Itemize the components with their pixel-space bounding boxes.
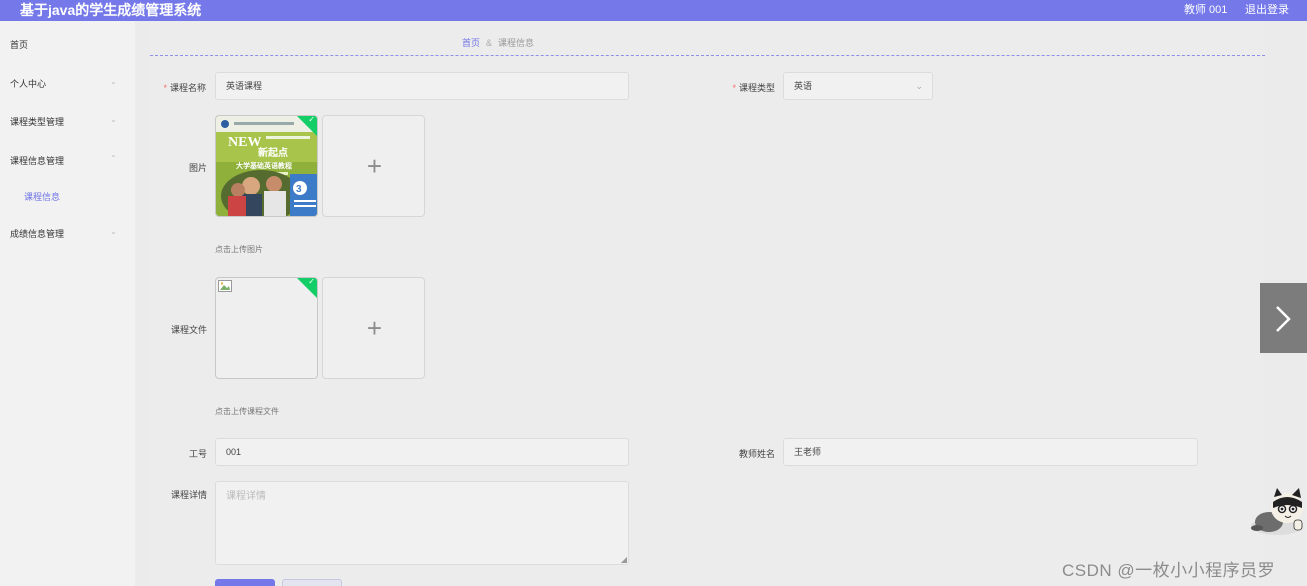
sidebar-item-grade-info-management[interactable]: 成绩信息管理 ⌄ bbox=[0, 218, 135, 248]
sidebar-item-label: 首页 bbox=[10, 40, 29, 50]
plus-icon: + bbox=[366, 151, 383, 181]
cancel-button[interactable] bbox=[282, 579, 342, 586]
broken-image-icon bbox=[218, 280, 232, 292]
job-number-input[interactable]: 001 bbox=[215, 438, 629, 466]
sidebar: 首页 个人中心 ⌄ 课程类型管理 ⌄ 课程信息管理 ⌃ 课程信息 成绩信息管理 … bbox=[0, 21, 135, 586]
course-details-placeholder: 课程详情 bbox=[226, 491, 266, 502]
sidebar-item-course-info-management[interactable]: 课程信息管理 ⌃ bbox=[0, 145, 135, 175]
plus-icon: + bbox=[366, 313, 383, 343]
course-file-upload-hint: 点击上传课程文件 bbox=[215, 407, 279, 416]
sidebar-item-home[interactable]: 首页 bbox=[0, 29, 135, 59]
cat-mascot-icon bbox=[1251, 488, 1303, 535]
cover-brand: NEW bbox=[228, 135, 261, 150]
chevron-down-icon: ⌄ bbox=[110, 227, 117, 236]
course-type-label: * 课程类型 bbox=[732, 83, 775, 93]
watermark: CSDN @一枚小小程序员罗 bbox=[1062, 561, 1276, 580]
chevron-down-icon: ⌄ bbox=[110, 115, 117, 124]
breadcrumb-current: 课程信息 bbox=[498, 38, 535, 48]
check-icon: ✓ bbox=[308, 115, 315, 124]
course-details-textarea[interactable]: 课程详情 ◢ bbox=[215, 481, 629, 565]
breadcrumb: 首页 & 课程信息 bbox=[462, 36, 534, 49]
chevron-up-icon: ⌃ bbox=[110, 154, 117, 163]
course-details-label: 课程详情 bbox=[170, 490, 207, 500]
resize-handle-icon[interactable]: ◢ bbox=[621, 555, 627, 564]
uploaded-image-thumbnail[interactable]: NEW 新起点 大学基础英语教程 3 ✓ bbox=[215, 115, 318, 217]
sidebar-item-label: 课程类型管理 bbox=[10, 117, 65, 127]
app-title: 基于java的学生成绩管理系统 bbox=[20, 2, 202, 18]
teacher-name-input[interactable]: 王老师 bbox=[783, 438, 1198, 466]
breadcrumb-separator: & bbox=[486, 38, 493, 48]
next-page-button[interactable] bbox=[1260, 283, 1307, 353]
chevron-down-icon: ⌄ bbox=[915, 81, 923, 91]
sidebar-item-personal-center[interactable]: 个人中心 ⌄ bbox=[0, 68, 135, 98]
teacher-name-label: 教师姓名 bbox=[738, 449, 775, 459]
job-number-label: 工号 bbox=[188, 449, 207, 459]
logout-link[interactable]: 退出登录 bbox=[1245, 3, 1289, 17]
uploaded-file-thumbnail[interactable]: ✓ bbox=[215, 277, 318, 379]
main-content: 首页 & 课程信息 * 课程名称 英语课程 * 课程类型 英语 ⌄ 图片 NEW 新起点… bbox=[150, 21, 1265, 586]
breadcrumb-home[interactable]: 首页 bbox=[462, 38, 480, 48]
sidebar-item-course-type-management[interactable]: 课程类型管理 ⌄ bbox=[0, 106, 135, 136]
image-upload-hint: 点击上传图片 bbox=[215, 245, 263, 254]
image-upload-button[interactable]: + bbox=[322, 115, 425, 217]
course-type-select[interactable]: 英语 ⌄ bbox=[783, 72, 933, 100]
course-name-input[interactable]: 英语课程 bbox=[215, 72, 629, 100]
cover-number: 3 bbox=[296, 184, 302, 195]
sidebar-item-course-info[interactable]: 课程信息 bbox=[0, 181, 135, 211]
submit-button[interactable] bbox=[215, 579, 275, 586]
course-file-upload-button[interactable]: + bbox=[322, 277, 425, 379]
chevron-down-icon: ⌄ bbox=[110, 77, 117, 86]
top-bar: 基于java的学生成绩管理系统 教师 001 退出登录 bbox=[0, 0, 1307, 21]
sidebar-item-label: 课程信息管理 bbox=[10, 156, 65, 166]
sidebar-item-label: 成绩信息管理 bbox=[10, 229, 65, 239]
cover-title: 新起点 bbox=[258, 146, 288, 159]
divider bbox=[150, 55, 1265, 56]
course-file-label: 课程文件 bbox=[170, 325, 207, 335]
check-icon: ✓ bbox=[308, 277, 315, 286]
course-name-label: * 课程名称 bbox=[163, 83, 206, 93]
sidebar-item-label: 个人中心 bbox=[10, 79, 47, 89]
chevron-right-icon bbox=[1276, 306, 1291, 332]
current-user[interactable]: 教师 001 bbox=[1184, 3, 1227, 17]
course-type-value: 英语 bbox=[794, 81, 813, 91]
sidebar-item-label: 课程信息 bbox=[24, 192, 61, 202]
cover-subtitle: 大学基础英语教程 bbox=[236, 161, 292, 170]
image-label: 图片 bbox=[188, 163, 207, 173]
